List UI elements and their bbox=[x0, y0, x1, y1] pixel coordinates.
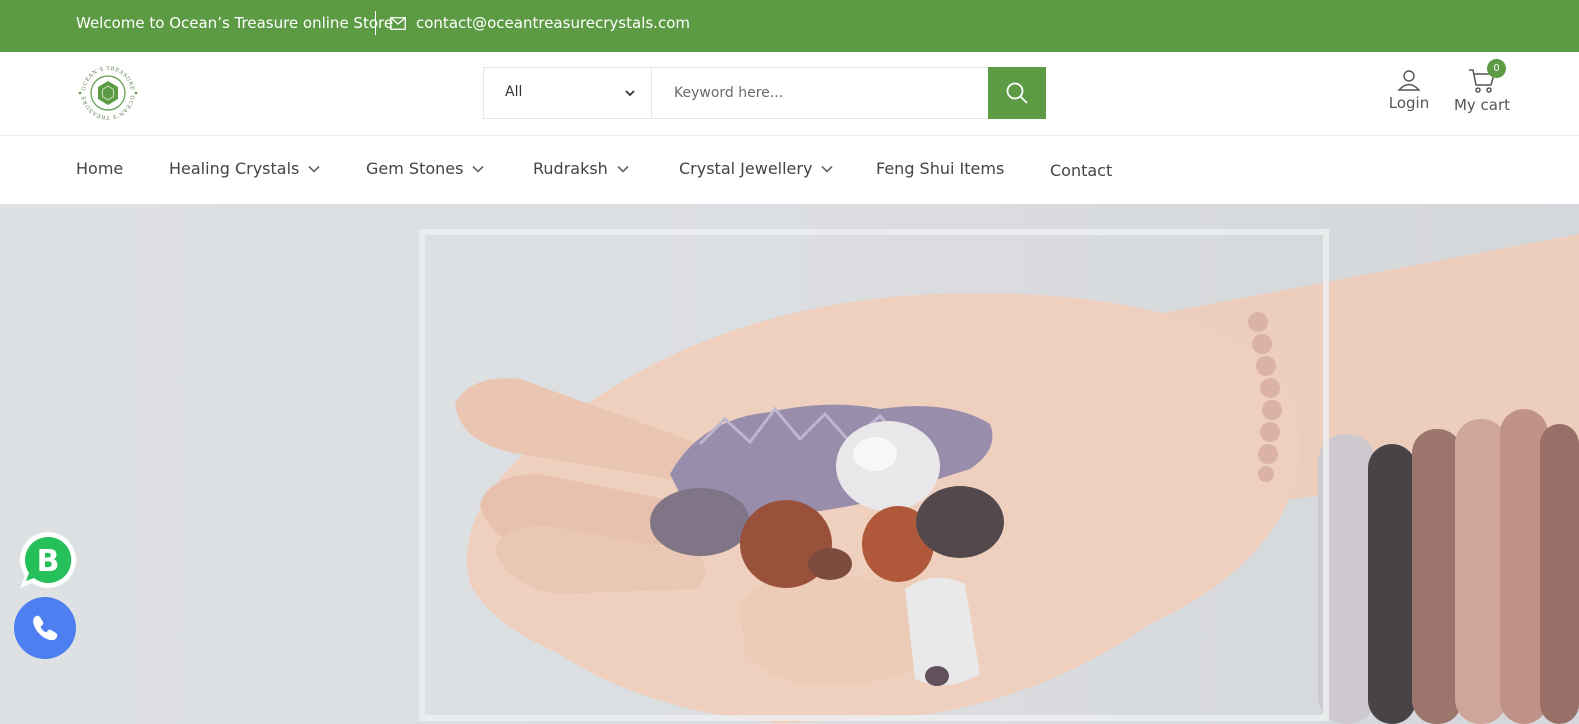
cart-label: My cart bbox=[1453, 96, 1511, 114]
nav-item-label: Crystal Jewellery bbox=[679, 159, 813, 178]
whatsapp-button[interactable]: B bbox=[16, 528, 80, 592]
nav-item-label: Feng Shui Items bbox=[876, 159, 1005, 178]
login-link[interactable]: Login bbox=[1383, 68, 1435, 112]
chevron-down-icon bbox=[617, 165, 629, 173]
whatsapp-business-icon: B bbox=[19, 532, 76, 588]
nav-item-label: Contact bbox=[1050, 161, 1113, 180]
cart-link[interactable]: 0 My cart bbox=[1453, 59, 1511, 114]
nav-item-crystal-jewellery[interactable]: Crystal Jewellery bbox=[679, 159, 834, 178]
chevron-down-icon bbox=[625, 90, 635, 97]
user-icon bbox=[1397, 70, 1421, 91]
nav-item-label: Rudraksh bbox=[533, 159, 608, 178]
nav-item-label: Healing Crystals bbox=[169, 159, 300, 178]
nav-item-label: Gem Stones bbox=[366, 159, 464, 178]
search-button[interactable] bbox=[988, 67, 1046, 119]
chevron-down-icon bbox=[472, 165, 485, 173]
topbar-divider bbox=[375, 11, 376, 35]
nav-item-home[interactable]: Home bbox=[76, 159, 123, 178]
contact-email-link[interactable]: contact@oceantreasurecrystals.com bbox=[416, 14, 690, 32]
login-label: Login bbox=[1388, 94, 1430, 112]
nav-item-feng-shui-items[interactable]: Feng Shui Items bbox=[876, 159, 1004, 178]
category-select-value: All bbox=[505, 84, 523, 100]
main-nav: Home Healing Crystals Gem Stones Rudraks… bbox=[0, 137, 1579, 204]
nav-item-gem-stones[interactable]: Gem Stones bbox=[366, 159, 485, 178]
nav-item-rudraksh[interactable]: Rudraksh bbox=[533, 159, 629, 178]
site-header: OCEAN’S TREASURE OCEAN’S TREASURE All Ke… bbox=[0, 52, 1579, 136]
nav-item-healing-crystals[interactable]: Healing Crystals bbox=[169, 159, 320, 178]
welcome-text: Welcome to Ocean’s Treasure online Store bbox=[76, 14, 394, 32]
hero-frame bbox=[419, 229, 1329, 721]
cart-count-badge: 0 bbox=[1487, 59, 1506, 78]
hero-banner bbox=[0, 204, 1579, 724]
phone-icon bbox=[33, 615, 58, 641]
whatsapp-letter: B bbox=[37, 544, 60, 579]
phone-button[interactable] bbox=[14, 597, 76, 659]
category-select[interactable]: All bbox=[484, 68, 652, 118]
search-input[interactable] bbox=[652, 68, 989, 118]
search-icon bbox=[1006, 82, 1028, 104]
chevron-down-icon bbox=[821, 165, 834, 173]
nav-item-label: Home bbox=[76, 159, 124, 178]
mail-icon bbox=[390, 17, 406, 30]
chevron-down-icon bbox=[308, 165, 320, 173]
search-bar: All bbox=[483, 67, 1046, 119]
nav-item-contact[interactable]: Contact bbox=[1050, 161, 1112, 180]
top-bar: Welcome to Ocean’s Treasure online Store… bbox=[0, 0, 1579, 52]
store-logo[interactable]: OCEAN’S TREASURE OCEAN’S TREASURE bbox=[76, 61, 140, 125]
